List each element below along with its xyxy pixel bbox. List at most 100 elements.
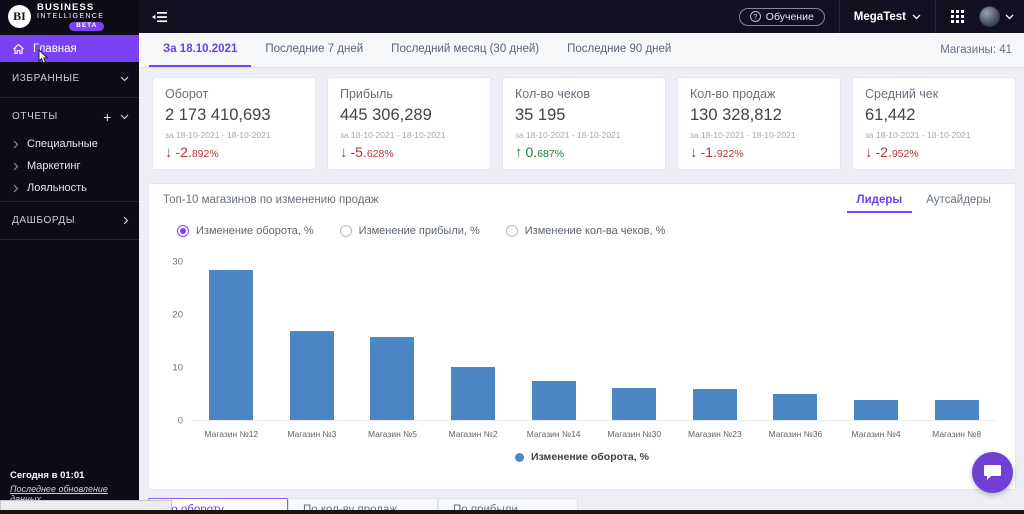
kpi-change: ↑ 0. 687% (515, 144, 653, 161)
period-tab[interactable]: За 18.10.2021 (149, 33, 252, 67)
kpi-change-value: -5. (350, 144, 367, 160)
app-logo: BI BUSINESS INTELLIGENCE BETA (0, 0, 139, 33)
kpi-period: за 18-10-2021 - 18-10-2021 (690, 130, 796, 140)
metric-radio[interactable]: Изменение прибыли, % (339, 225, 480, 237)
arrow-down-icon: ↓ (690, 144, 698, 161)
user-avatar (979, 6, 1000, 27)
kpi-change-decimals: 952% (891, 148, 919, 160)
sidebar-item-report[interactable]: Лояльность (0, 177, 139, 199)
kpi-change: ↓ -1. 922% (690, 144, 828, 161)
period-tab[interactable]: Последние 7 дней (251, 33, 377, 67)
arrow-down-icon: ↓ (165, 144, 173, 161)
bottom-tabbar: По обороту По кол-ву продаж По прибыли (148, 498, 1024, 510)
sidebar-item-report[interactable]: Специальные (0, 133, 139, 155)
kpi-change-decimals: 628% (366, 148, 394, 160)
kpi-card: Оборот 2 173 410,693 за 18-10-2021 - 18-10… (152, 77, 316, 170)
training-button[interactable]: ? Обучение (738, 7, 825, 26)
bottom-tab[interactable]: По прибыли (438, 498, 578, 510)
y-tick-label: 20 (172, 309, 183, 321)
chart-slot: Магазин №5 (352, 245, 433, 441)
radio-icon (177, 225, 189, 237)
radio-label: Изменение кол-ва чеков, % (524, 225, 666, 237)
apps-grid-icon[interactable] (950, 9, 965, 24)
bar[interactable] (370, 336, 415, 420)
kpi-period: за 18-10-2021 - 18-10-2021 (515, 130, 621, 140)
bar[interactable] (854, 399, 899, 420)
arrow-down-icon: ↓ (865, 144, 873, 161)
bar[interactable] (773, 393, 818, 420)
app-window: BI BUSINESS INTELLIGENCE BETA ? Обучение… (0, 0, 1024, 514)
kpi-change: ↓ -2. 892% (165, 144, 303, 161)
metric-radio[interactable]: Изменение кол-ва чеков, % (505, 225, 666, 237)
arrow-up-icon: ↑ (515, 144, 523, 161)
kpi-value: 130 328,812 (690, 106, 782, 124)
add-report-icon[interactable]: + (103, 110, 112, 124)
chat-button[interactable] (972, 452, 1013, 493)
chart-slot: Магазин №8 (916, 245, 997, 441)
bar[interactable] (209, 269, 254, 420)
kpi-change-value: -1. (700, 144, 717, 160)
sidebar-section-favorites[interactable]: ИЗБРАННЫЕ (0, 62, 139, 95)
kpi-change-decimals: 922% (716, 148, 744, 160)
kpi-value: 445 306,289 (340, 106, 432, 124)
sidebar-divider (0, 201, 139, 202)
period-tabbar: За 18.10.2021 Последние 7 дней Последний м… (139, 33, 1024, 68)
bar[interactable] (451, 366, 496, 420)
metric-radio[interactable]: Изменение оборота, % (177, 225, 314, 237)
account-name: MegaTest (853, 10, 906, 23)
top-header: BI BUSINESS INTELLIGENCE BETA ? Обучение… (0, 0, 1024, 33)
bar[interactable] (612, 388, 657, 420)
sidebar-section-dashboards[interactable]: ДАШБОРДЫ (0, 204, 139, 237)
chart-slot: Магазин №4 (836, 245, 917, 441)
kpi-period: за 18-10-2021 - 18-10-2021 (340, 130, 446, 140)
sidebar-item-report[interactable]: Маркетинг (0, 155, 139, 177)
chevron-right-icon (13, 184, 19, 192)
view-tab[interactable]: Лидеры (846, 192, 913, 213)
chart-slot: Магазин №14 (513, 245, 594, 441)
sidebar-collapse-icon[interactable] (151, 9, 168, 25)
leaders-outsiders-tabs: Лидеры Аутсайдеры (846, 192, 1001, 213)
kpi-card: Средний чек 61,442 за 18-10-2021 - 18-10-2… (852, 77, 1016, 170)
legend-label: Изменение оборота, % (531, 451, 649, 463)
chart-slot: Магазин №30 (594, 245, 675, 441)
bar[interactable] (531, 381, 576, 420)
kpi-change-value: 0. (525, 144, 538, 160)
user-avatar-menu[interactable] (979, 6, 1014, 27)
chart-slot: Магазин №2 (433, 245, 514, 441)
bar[interactable] (692, 389, 737, 420)
kpi-change: ↓ -5. 628% (340, 144, 478, 161)
chart-legend[interactable]: Изменение оборота, % (163, 451, 1001, 463)
chat-bubble-icon (984, 465, 1001, 480)
kpi-period: за 18-10-2021 - 18-10-2021 (865, 130, 971, 140)
sidebar: Главная ИЗБРАННЫЕ ОТЧЕТЫ + Специальные Ма… (0, 33, 139, 510)
kpi-change-value: -2. (175, 144, 192, 160)
beta-badge: BETA (69, 22, 105, 31)
metric-radio-group: Изменение оборота, % Изменение прибыли, %… (177, 225, 1001, 237)
kpi-title: Оборот (165, 87, 209, 101)
sidebar-section-reports[interactable]: ОТЧЕТЫ + (0, 100, 139, 133)
bottom-tab[interactable]: По кол-ву продаж (288, 498, 438, 510)
sidebar-item-home[interactable]: Главная (0, 35, 139, 64)
period-tab[interactable]: Последний месяц (30 дней) (377, 33, 553, 67)
chevron-right-icon (123, 216, 129, 225)
category-label: Магазин №12 (204, 429, 259, 439)
sidebar-item-label: Специальные (27, 138, 98, 150)
legend-marker (515, 452, 525, 462)
category-label: Магазин №23 (687, 429, 742, 439)
favorites-label: ИЗБРАННЫЕ (12, 73, 80, 84)
bar[interactable] (934, 400, 979, 420)
kpi-cards-row: Оборот 2 173 410,693 за 18-10-2021 - 18-10… (152, 77, 1016, 170)
category-label: Магазин №8 (932, 429, 982, 439)
view-tab[interactable]: Аутсайдеры (916, 192, 1001, 213)
period-tab[interactable]: Последние 90 дней (553, 33, 685, 67)
category-label: Магазин №14 (526, 429, 581, 439)
radio-label: Изменение прибыли, % (358, 225, 480, 237)
sidebar-item-label: Лояльность (27, 182, 87, 194)
account-menu[interactable]: MegaTest (854, 11, 921, 23)
kpi-value: 35 195 (515, 106, 566, 124)
bar[interactable] (289, 331, 334, 420)
window-bottom-edge (0, 510, 1024, 514)
y-axis: 0 10 20 30 (163, 245, 187, 426)
kpi-change-decimals: 892% (191, 148, 219, 160)
training-label: Обучение (765, 10, 814, 23)
